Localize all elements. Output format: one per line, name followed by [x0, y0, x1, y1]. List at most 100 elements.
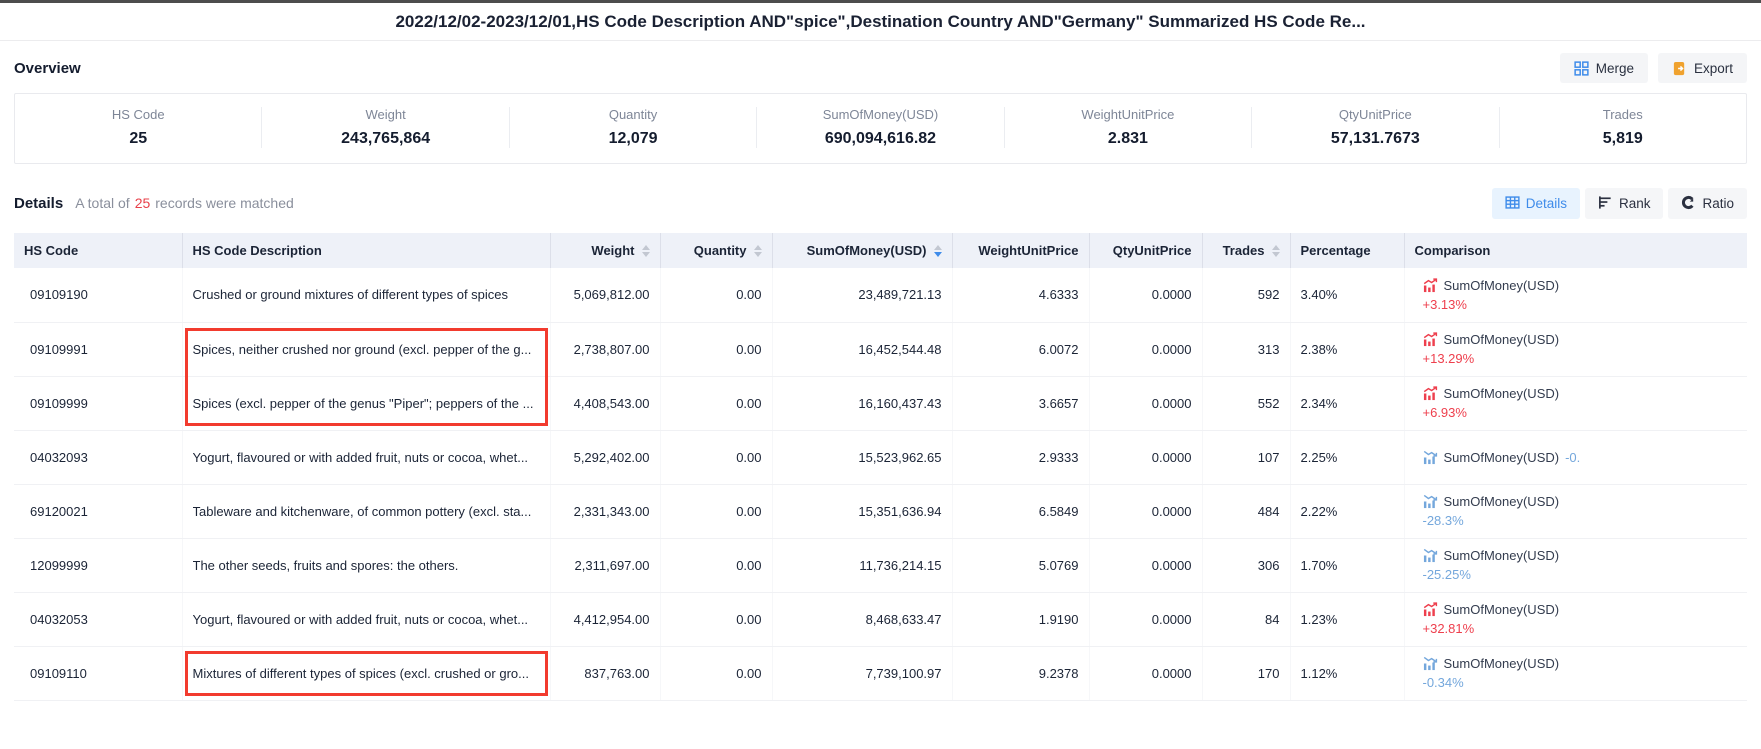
- cell-quantity: 0.00: [660, 592, 772, 646]
- comparison-change: -0.: [1565, 450, 1580, 465]
- column-header-weight[interactable]: Weight: [550, 233, 660, 268]
- overview-stat-label: WeightUnitPrice: [1005, 107, 1251, 122]
- view-button-ratio[interactable]: Ratio: [1668, 188, 1747, 219]
- trend-down-icon: [1423, 656, 1438, 671]
- comparison-change: +13.29%: [1423, 351, 1475, 366]
- details-table: HS CodeHS Code DescriptionWeightQuantity…: [14, 233, 1747, 701]
- column-label: Percentage: [1301, 243, 1371, 258]
- column-header-comparison: Comparison: [1404, 233, 1747, 268]
- cell-weight: 4,408,543.00: [550, 376, 660, 430]
- view-button-label: Details: [1526, 196, 1567, 211]
- cell-qty-unit-price: 0.0000: [1089, 430, 1202, 484]
- cell-quantity: 0.00: [660, 322, 772, 376]
- export-button[interactable]: Export: [1658, 53, 1747, 83]
- cell-hs-code: 09109110: [14, 646, 182, 700]
- column-header-sumofmoney-usd[interactable]: SumOfMoney(USD): [772, 233, 952, 268]
- cell-percentage: 2.22%: [1290, 484, 1404, 538]
- cell-weight: 2,311,697.00: [550, 538, 660, 592]
- column-header-quantity[interactable]: Quantity: [660, 233, 772, 268]
- cell-qty-unit-price: 0.0000: [1089, 484, 1202, 538]
- table-row: 12099999 The other seeds, fruits and spo…: [14, 538, 1747, 592]
- cell-sum-of-money: 7,739,100.97: [772, 646, 952, 700]
- view-button-rank[interactable]: Rank: [1585, 188, 1664, 219]
- cell-comparison: SumOfMoney(USD) -28.3%: [1404, 484, 1747, 538]
- cell-sum-of-money: 15,523,962.65: [772, 430, 952, 484]
- view-button-details[interactable]: Details: [1492, 188, 1580, 219]
- table-row: 04032053 Yogurt, flavoured or with added…: [14, 592, 1747, 646]
- table-row: 09109999 Spices (excl. pepper of the gen…: [14, 376, 1747, 430]
- cell-sum-of-money: 8,468,633.47: [772, 592, 952, 646]
- cell-description: Mixtures of different types of spices (e…: [193, 666, 540, 681]
- column-label: HS Code Description: [193, 243, 322, 258]
- overview-stat-label: Quantity: [510, 107, 756, 122]
- comparison-label: SumOfMoney(USD): [1444, 332, 1560, 347]
- cell-trades: 552: [1202, 376, 1290, 430]
- cell-percentage: 3.40%: [1290, 268, 1404, 322]
- table-row: 09109991 Spices, neither crushed nor gro…: [14, 322, 1747, 376]
- comparison-label: SumOfMoney(USD): [1444, 494, 1560, 509]
- column-header-qtyunitprice: QtyUnitPrice: [1089, 233, 1202, 268]
- report-title: 2022/12/02-2023/12/01,HS Code Descriptio…: [0, 3, 1761, 41]
- sort-carets-icon: [754, 245, 762, 257]
- overview-stat-weight: Weight 243,765,864: [262, 107, 509, 148]
- column-label: SumOfMoney(USD): [807, 243, 927, 258]
- cell-description: Yogurt, flavoured or with added fruit, n…: [193, 450, 540, 465]
- view-button-label: Rank: [1619, 196, 1651, 211]
- cell-weight: 2,331,343.00: [550, 484, 660, 538]
- cell-hs-code: 04032053: [14, 592, 182, 646]
- cell-weight: 2,738,807.00: [550, 322, 660, 376]
- comparison-label: SumOfMoney(USD): [1444, 602, 1560, 617]
- cell-quantity: 0.00: [660, 268, 772, 322]
- cell-hs-code: 69120021: [14, 484, 182, 538]
- trend-up-icon: [1423, 386, 1438, 401]
- cell-qty-unit-price: 0.0000: [1089, 538, 1202, 592]
- match-count: 25: [135, 195, 151, 211]
- cell-comparison: SumOfMoney(USD) -0.: [1404, 430, 1747, 484]
- cell-description: The other seeds, fruits and spores: the …: [193, 558, 540, 573]
- cell-weight-unit-price: 9.2378: [952, 646, 1089, 700]
- overview-stat-label: SumOfMoney(USD): [757, 107, 1003, 122]
- overview-stat-hs-code: HS Code 25: [15, 107, 262, 148]
- cell-percentage: 2.25%: [1290, 430, 1404, 484]
- cell-trades: 107: [1202, 430, 1290, 484]
- export-button-label: Export: [1694, 61, 1733, 76]
- cell-weight: 837,763.00: [550, 646, 660, 700]
- comparison-change: +3.13%: [1423, 297, 1467, 312]
- comparison-change: -28.3%: [1423, 513, 1464, 528]
- overview-stat-trades: Trades 5,819: [1500, 107, 1746, 148]
- comparison-label: SumOfMoney(USD): [1444, 548, 1560, 563]
- cell-qty-unit-price: 0.0000: [1089, 592, 1202, 646]
- sort-carets-icon: [1272, 245, 1280, 257]
- cell-trades: 313: [1202, 322, 1290, 376]
- table-header-row: HS CodeHS Code DescriptionWeightQuantity…: [14, 233, 1747, 268]
- cell-weight: 5,292,402.00: [550, 430, 660, 484]
- comparison-change: -0.34%: [1423, 675, 1464, 690]
- column-label: WeightUnitPrice: [978, 243, 1078, 258]
- overview-card: HS Code 25 Weight 243,765,864 Quantity 1…: [14, 93, 1747, 164]
- overview-stat-value: 2.831: [1005, 130, 1251, 148]
- overview-stat-weightunitprice: WeightUnitPrice 2.831: [1005, 107, 1252, 148]
- table-row: 09109110 Mixtures of different types of …: [14, 646, 1747, 700]
- overview-stat-label: Weight: [262, 107, 508, 122]
- cell-hs-code: 12099999: [14, 538, 182, 592]
- overview-stat-label: QtyUnitPrice: [1252, 107, 1498, 122]
- overview-stat-label: Trades: [1500, 107, 1746, 122]
- overview-stat-value: 690,094,616.82: [757, 130, 1003, 148]
- cell-description: Crushed or ground mixtures of different …: [193, 287, 540, 302]
- cell-hs-code: 09109999: [14, 376, 182, 430]
- cell-comparison: SumOfMoney(USD) +6.93%: [1404, 376, 1747, 430]
- comparison-label: SumOfMoney(USD): [1444, 450, 1560, 465]
- column-header-trades[interactable]: Trades: [1202, 233, 1290, 268]
- merge-button[interactable]: Merge: [1560, 53, 1648, 83]
- comparison-label: SumOfMoney(USD): [1444, 278, 1560, 293]
- overview-stat-label: HS Code: [15, 107, 261, 122]
- comparison-change: +32.81%: [1423, 621, 1475, 636]
- overview-heading: Overview: [14, 60, 81, 77]
- cell-sum-of-money: 15,351,636.94: [772, 484, 952, 538]
- cell-weight-unit-price: 2.9333: [952, 430, 1089, 484]
- column-label: QtyUnitPrice: [1113, 243, 1192, 258]
- cell-description: Yogurt, flavoured or with added fruit, n…: [193, 612, 540, 627]
- trend-up-icon: [1423, 602, 1438, 617]
- view-button-label: Ratio: [1702, 196, 1734, 211]
- cell-sum-of-money: 23,489,721.13: [772, 268, 952, 322]
